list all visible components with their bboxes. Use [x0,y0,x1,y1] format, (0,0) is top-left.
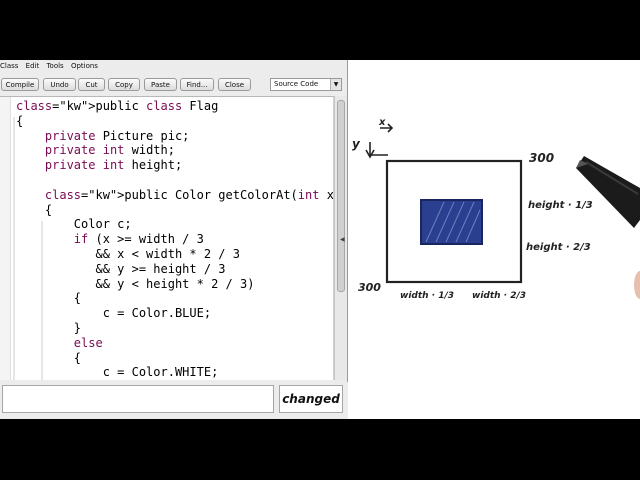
whiteboard: y x 300 300 height · 1/3 height · 2/3 wi… [348,60,640,419]
close-button[interactable]: Close [218,78,251,91]
video-frame: Class Edit Tools Options Compile Undo Cu… [0,60,640,419]
editor-window: Class Edit Tools Options Compile Undo Cu… [0,60,348,419]
menu-options[interactable]: Options [71,62,98,70]
stylus-pen-icon [576,156,640,228]
width-third-label: width · 1/3 [400,291,454,301]
width-two-thirds-label: width · 2/3 [472,291,526,301]
width-300-label: 300 [529,151,554,165]
compile-button[interactable]: Compile [1,78,39,91]
flag-sketch: y x 300 300 height · 1/3 height · 2/3 wi… [352,117,640,301]
status-label: changed [279,385,343,413]
height-300-label: 300 [358,281,381,294]
hand-edge [634,271,640,299]
source-code: class="kw">public class Flag { private P… [16,99,334,380]
paste-button[interactable]: Paste [144,78,177,91]
menu-tools[interactable]: Tools [46,62,63,70]
editor-gutter [0,97,11,380]
axes-indicator [365,123,394,159]
toolbar: Compile Undo Cut Copy Paste Find... Clos… [0,77,348,93]
copy-button[interactable]: Copy [108,78,140,91]
menu-bar: Class Edit Tools Options [0,62,102,74]
chevron-down-icon: ▼ [330,79,341,90]
cut-button[interactable]: Cut [78,78,105,91]
menu-edit[interactable]: Edit [26,62,40,70]
bottom-panel: changed [0,382,348,419]
view-select-value: Source Code [274,80,319,88]
undo-button[interactable]: Undo [43,78,76,91]
message-area [2,385,274,413]
height-third-label: height · 1/3 [528,200,593,211]
splitter-arrow-icon[interactable]: ◀ [340,236,346,244]
view-select[interactable]: Source Code ▼ [270,78,342,91]
find-button[interactable]: Find... [180,78,214,91]
code-editor[interactable]: class="kw">public class Flag { private P… [0,96,334,380]
y-axis-label: y [352,137,361,151]
scope-highlight [13,117,15,380]
x-axis-label: x [378,117,386,128]
height-two-thirds-label: height · 2/3 [526,242,591,253]
scrollbar-thumb[interactable] [337,100,345,292]
menu-class[interactable]: Class [0,62,18,70]
